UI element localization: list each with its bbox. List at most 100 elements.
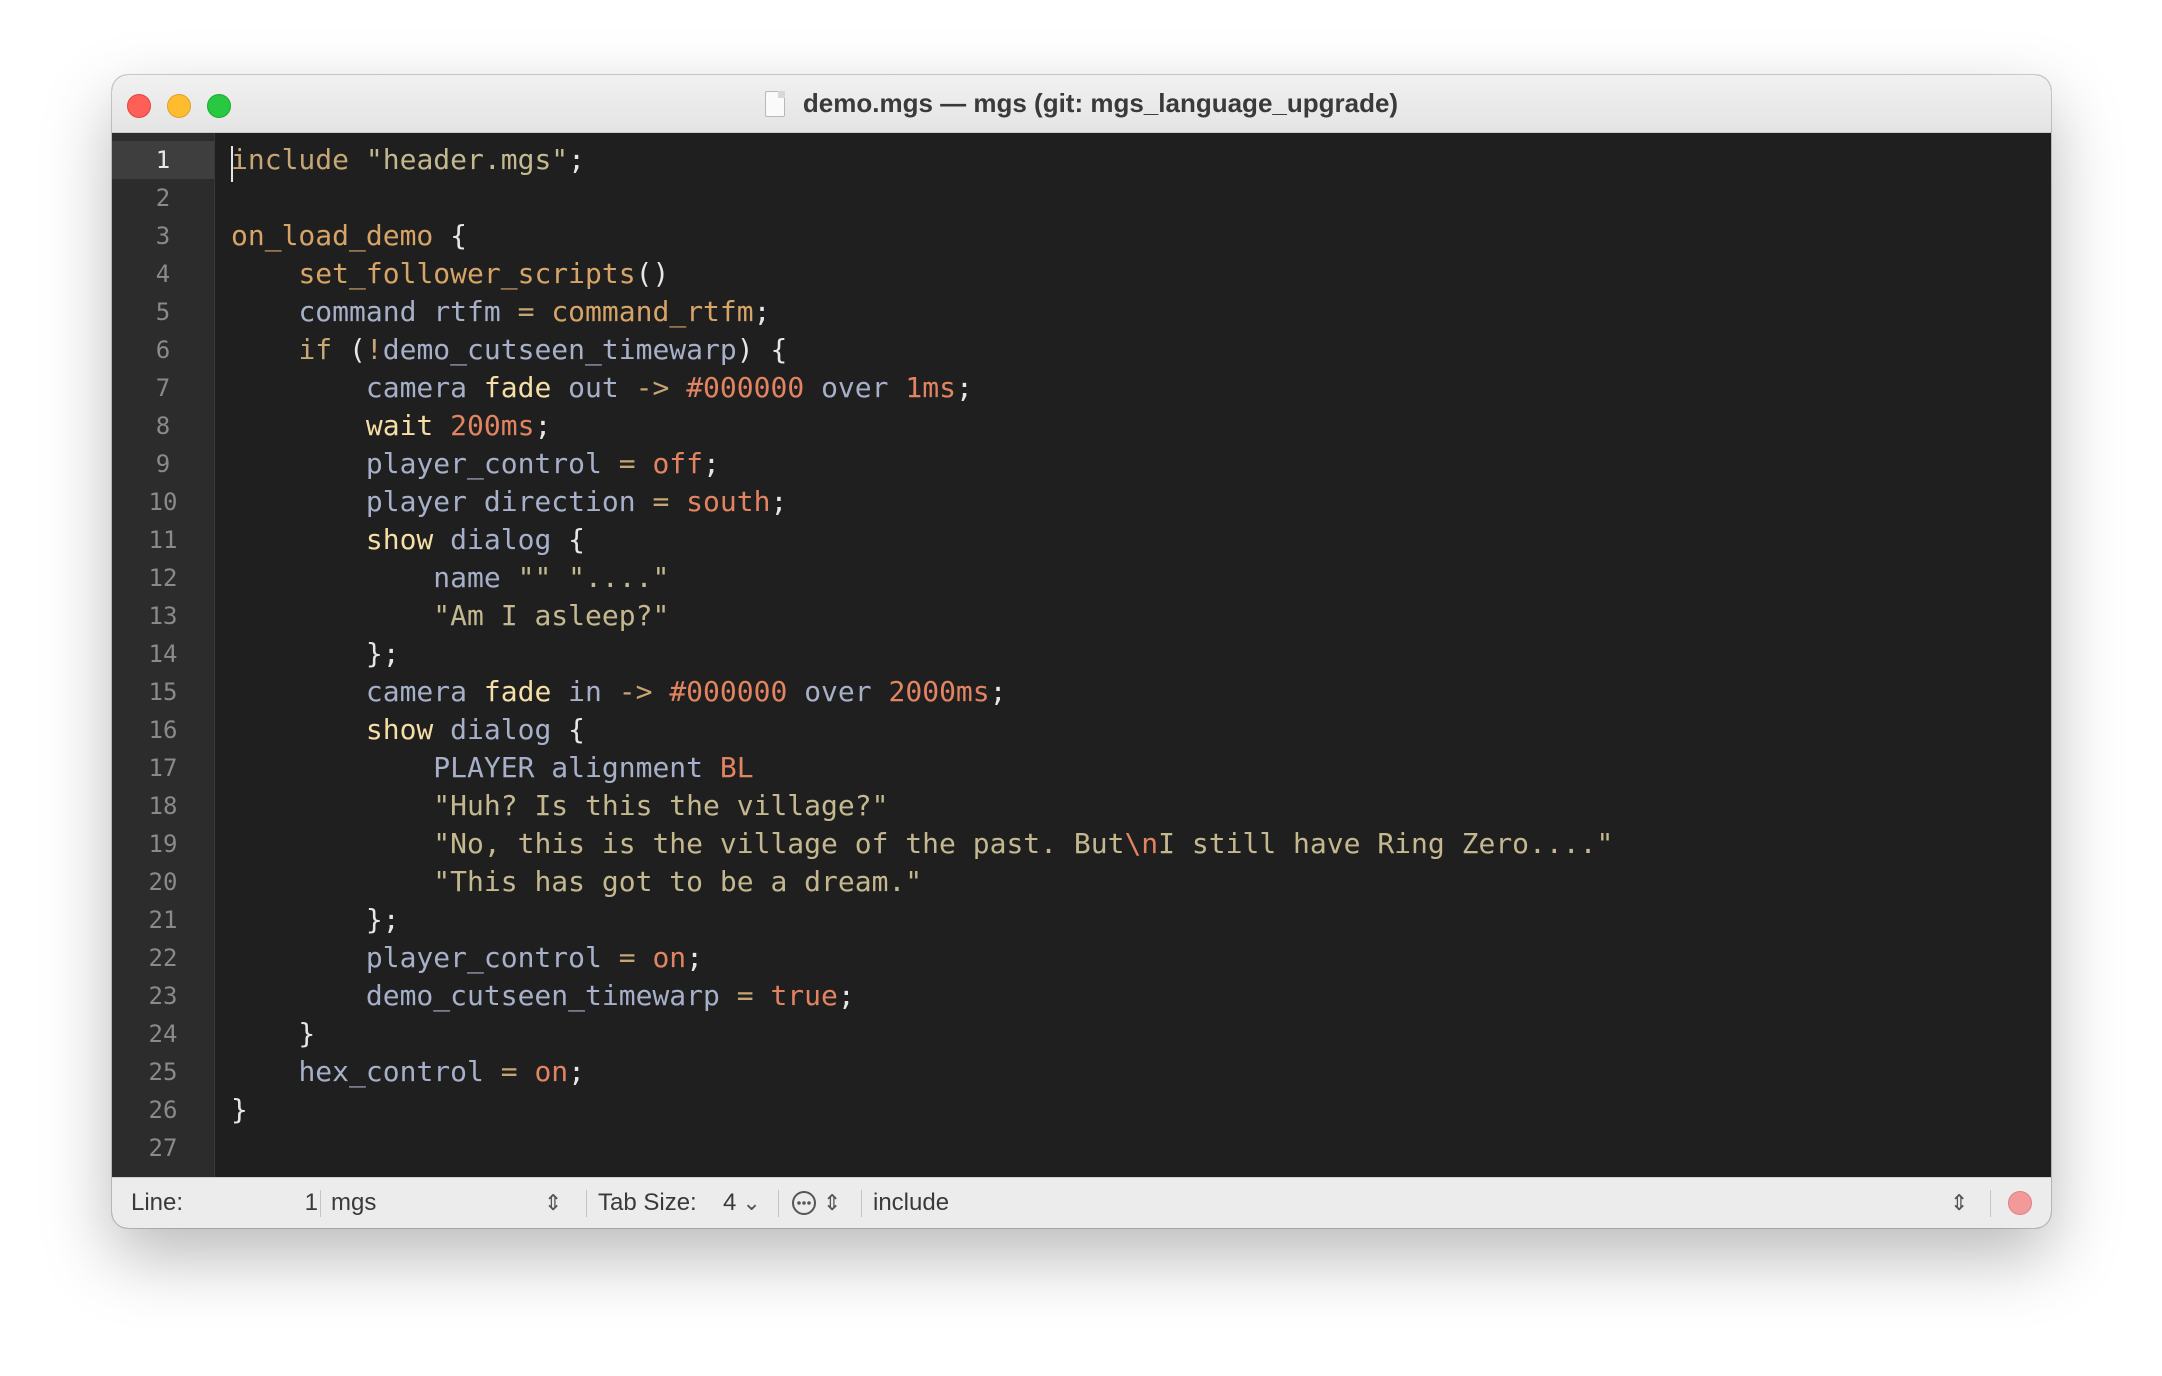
code-token: } [231,1017,316,1050]
code-line[interactable]: "This has got to be a dream." [231,863,922,901]
settings-selector[interactable]: ⇕ [791,1178,841,1228]
line-number[interactable]: 9 [112,445,214,483]
symbol-selector[interactable]: include [873,1178,949,1228]
divider [1990,1190,1991,1217]
code-token: -> [635,371,670,404]
line-number[interactable]: 17 [112,749,214,787]
code-line[interactable]: show dialog { [231,521,585,559]
divider [586,1190,587,1217]
code-line[interactable]: "No, this is the village of the past. Bu… [231,825,1613,863]
line-number[interactable]: 7 [112,369,214,407]
code-line[interactable]: } [231,1015,315,1053]
line-number[interactable]: 18 [112,787,214,825]
line-number[interactable]: 3 [112,217,214,255]
line-number[interactable]: 5 [112,293,214,331]
code-line[interactable]: "Am I asleep?" [231,597,669,635]
code-line[interactable]: player_control = on; [231,939,703,977]
code-line[interactable]: if (!demo_cutseen_timewarp) { [231,331,787,369]
code-token: { [551,713,586,746]
line-number[interactable]: 11 [112,521,214,559]
window-title-container: demo.mgs — mgs (git: mgs_language_upgrad… [112,75,2051,132]
code-token: -> [618,675,653,708]
line-number[interactable]: 8 [112,407,214,445]
code-line[interactable]: camera fade out -> #000000 over 1ms; [231,369,973,407]
code-line[interactable]: on_load_demo { [231,217,467,255]
title-bar[interactable]: demo.mgs — mgs (git: mgs_language_upgrad… [112,75,2051,133]
code-line[interactable]: camera fade in -> #000000 over 2000ms; [231,673,1007,711]
line-number[interactable]: 13 [112,597,214,635]
chevron-up-down-icon[interactable]: ⇕ [544,1178,562,1228]
line-number[interactable]: 14 [112,635,214,673]
code-token: ; [837,979,855,1012]
code-line[interactable]: command rtfm = command_rtfm; [231,293,770,331]
line-number[interactable]: 20 [112,863,214,901]
line-number[interactable]: 4 [112,255,214,293]
line-number[interactable]: 19 [112,825,214,863]
window-title: demo.mgs — mgs (git: mgs_language_upgrad… [802,88,1399,118]
line-number[interactable]: 27 [112,1129,214,1167]
code-token: 200ms [450,409,535,442]
line-label: Line: [131,1189,184,1216]
line-number[interactable]: 12 [112,559,214,597]
chevron-down-icon: ⌄ [742,1190,761,1216]
record-dot-icon[interactable] [2008,1191,2032,1215]
code-line[interactable]: } [231,1091,248,1129]
code-line[interactable]: }; [231,635,400,673]
code-line[interactable]: name "" "...." [231,559,669,597]
tab-size-selector[interactable]: 4 ⌄ [723,1178,761,1228]
code-token: true [770,979,838,1012]
code-token: rtfm [433,295,501,328]
code-line[interactable]: "Huh? Is this the village?" [231,787,888,825]
divider [778,1190,779,1217]
document-icon [764,90,785,117]
line-number[interactable]: 6 [112,331,214,369]
code-token: set_follower_scripts [298,257,636,290]
code-line[interactable]: include "header.mgs"; [231,141,585,179]
line-number[interactable]: 1 [112,141,214,179]
line-number[interactable]: 2 [112,179,214,217]
code-line[interactable]: show dialog { [231,711,585,749]
code-line[interactable]: set_follower_scripts() [231,255,669,293]
code-token: "" [517,561,552,594]
line-number[interactable]: 21 [112,901,214,939]
line-number[interactable]: 26 [112,1091,214,1129]
chevron-up-down-icon[interactable]: ⇕ [1950,1178,1968,1228]
code-editor[interactable]: 1 2 3 4 5 6 7 8 9 10 11 12 13 14 15 16 17 18 19 20 21 22 23 24 2… [112,133,2051,1178]
tab-size-label: Tab Size: [598,1189,697,1216]
line-number[interactable]: 25 [112,1053,214,1091]
code-token: BL [719,751,754,784]
line-number[interactable]: 24 [112,1015,214,1053]
code-token: "header.mgs" [365,143,569,176]
code-line[interactable]: wait 200ms; [231,407,551,445]
code-line[interactable]: demo_cutseen_timewarp = true; [231,977,855,1015]
language-selector[interactable]: mgs [331,1178,571,1228]
line-number[interactable]: 16 [112,711,214,749]
line-number[interactable]: 23 [112,977,214,1015]
language-label: mgs [331,1189,377,1216]
line-number-field[interactable]: 1 [288,1178,318,1228]
code-line[interactable]: player_control = off; [231,445,720,483]
line-number[interactable]: 22 [112,939,214,977]
line-number[interactable]: 15 [112,673,214,711]
code-token: = [618,941,636,974]
code-line[interactable]: hex_control = on; [231,1053,585,1091]
code-line[interactable]: PLAYER alignment BL [231,749,754,787]
line-number[interactable]: 10 [112,483,214,521]
code-token: show [365,523,434,556]
code-line[interactable]: }; [231,901,400,939]
code-token: "No, this is the village of the past. Bu… [433,827,1125,860]
code-line[interactable]: player direction = south; [231,483,787,521]
